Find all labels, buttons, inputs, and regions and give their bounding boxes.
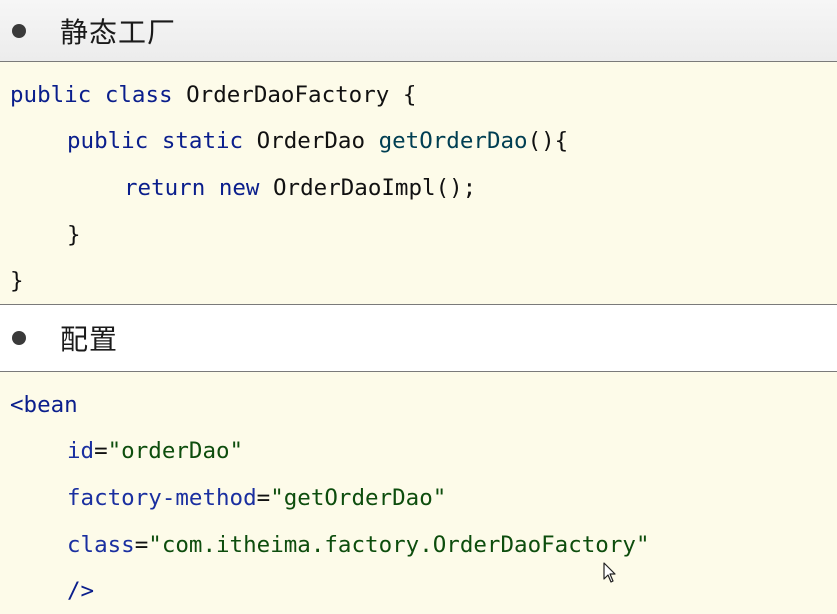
code-line: public static OrderDao getOrderDao(){	[67, 126, 568, 156]
type-name: OrderDao	[256, 128, 366, 154]
section-title: 配置	[60, 323, 119, 356]
code-line: }	[67, 220, 81, 250]
code-line: id="orderDao"	[67, 436, 243, 466]
keyword: public	[10, 82, 92, 108]
section-header-static-factory: 静态工厂	[0, 0, 837, 62]
equals-sign: =	[256, 485, 271, 511]
method-name: getOrderDao	[378, 128, 528, 154]
class-name: OrderDaoFactory	[186, 82, 390, 108]
keyword: static	[161, 128, 244, 154]
code-line: <bean	[10, 390, 78, 420]
constructor-call: OrderDaoImpl();	[273, 175, 477, 201]
code-line: }	[10, 266, 24, 296]
keyword: new	[218, 175, 260, 201]
attribute-name: class	[67, 532, 135, 558]
attribute-value: "getOrderDao"	[270, 485, 447, 511]
xml-tag-open: <bean	[10, 392, 78, 418]
code-line: class="com.itheima.factory.OrderDaoFacto…	[67, 530, 650, 560]
section-header-config: 配置	[0, 304, 837, 372]
brace: {	[402, 82, 417, 108]
equals-sign: =	[94, 438, 108, 464]
xml-tag-close: />	[67, 578, 95, 604]
code-line: return new OrderDaoImpl();	[124, 173, 476, 203]
brace: }	[67, 222, 81, 248]
attribute-value: "com.itheima.factory.OrderDaoFactory"	[148, 532, 650, 558]
method-tail: (){	[527, 128, 569, 154]
attribute-value: "orderDao"	[107, 438, 244, 464]
code-line: factory-method="getOrderDao"	[67, 483, 446, 513]
keyword: return	[124, 175, 206, 201]
equals-sign: =	[134, 532, 149, 558]
code-line: />	[67, 576, 94, 606]
section-title: 静态工厂	[60, 15, 177, 49]
java-code-block: public class OrderDaoFactory { public st…	[0, 62, 837, 304]
mouse-cursor-icon	[603, 562, 616, 583]
code-line: public class OrderDaoFactory {	[10, 80, 416, 110]
bullet-icon	[12, 23, 26, 38]
xml-code-block: <bean id="orderDao" factory-method="getO…	[0, 372, 837, 614]
keyword: class	[104, 82, 173, 108]
bullet-icon	[12, 331, 26, 345]
brace: }	[10, 268, 24, 294]
attribute-name: id	[67, 438, 95, 464]
keyword: public	[67, 128, 149, 154]
attribute-name: factory-method	[67, 485, 257, 511]
